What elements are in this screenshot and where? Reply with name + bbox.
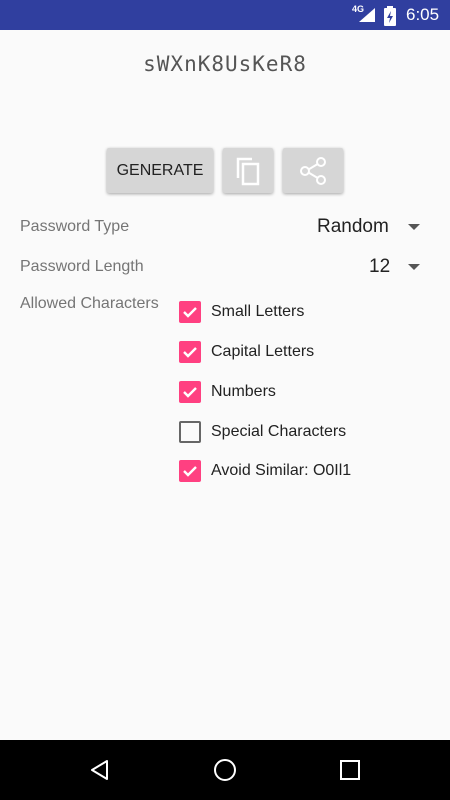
navigation-bar (0, 740, 450, 800)
clock: 6:05 (406, 5, 440, 24)
generated-password: sWXnK8UsKeR8 (143, 52, 307, 76)
check-icon (183, 347, 197, 358)
generate-button[interactable]: GENERATE (107, 148, 213, 193)
recent-apps-icon[interactable] (339, 759, 361, 781)
checkbox-label: Capital Letters (211, 343, 315, 360)
checkbox-numbers[interactable]: Numbers (179, 380, 276, 404)
share-button[interactable] (283, 148, 343, 193)
checkbox-avoid-similar[interactable]: Avoid Similar: O0Il1 (179, 459, 351, 483)
signal-icon (359, 8, 375, 22)
password-length-spinner[interactable]: 12 (369, 256, 390, 278)
checkbox-small-letters[interactable]: Small Letters (179, 300, 304, 324)
checkbox[interactable] (179, 381, 201, 403)
checkbox[interactable] (179, 341, 201, 363)
share-icon (300, 156, 326, 185)
checkbox-capital-letters[interactable]: Capital Letters (179, 340, 314, 364)
check-icon (183, 466, 197, 477)
copy-icon (236, 157, 260, 185)
checkbox[interactable] (179, 460, 201, 482)
chevron-down-icon[interactable] (408, 224, 420, 230)
status-bar: 4G 6:05 (0, 0, 450, 30)
copy-button[interactable] (223, 148, 273, 193)
checkbox-label: Avoid Similar: O0Il1 (211, 462, 352, 479)
password-type-spinner[interactable]: Random (317, 216, 389, 238)
checkbox-label: Numbers (211, 383, 276, 400)
checkbox-special-characters[interactable]: Special Characters (179, 420, 346, 444)
checkbox-label: Small Letters (211, 303, 305, 320)
back-icon[interactable] (88, 758, 112, 782)
checkbox[interactable] (179, 301, 201, 323)
battery-icon (384, 6, 396, 26)
checkbox[interactable] (179, 421, 201, 443)
password-length-label: Password Length (20, 258, 144, 275)
password-type-label: Password Type (20, 218, 130, 235)
check-icon (183, 307, 197, 318)
home-icon[interactable] (213, 758, 237, 782)
allowed-characters-label: Allowed Characters (20, 295, 159, 312)
check-icon (183, 387, 197, 398)
chevron-down-icon[interactable] (408, 264, 420, 270)
checkbox-label: Special Characters (211, 423, 347, 440)
